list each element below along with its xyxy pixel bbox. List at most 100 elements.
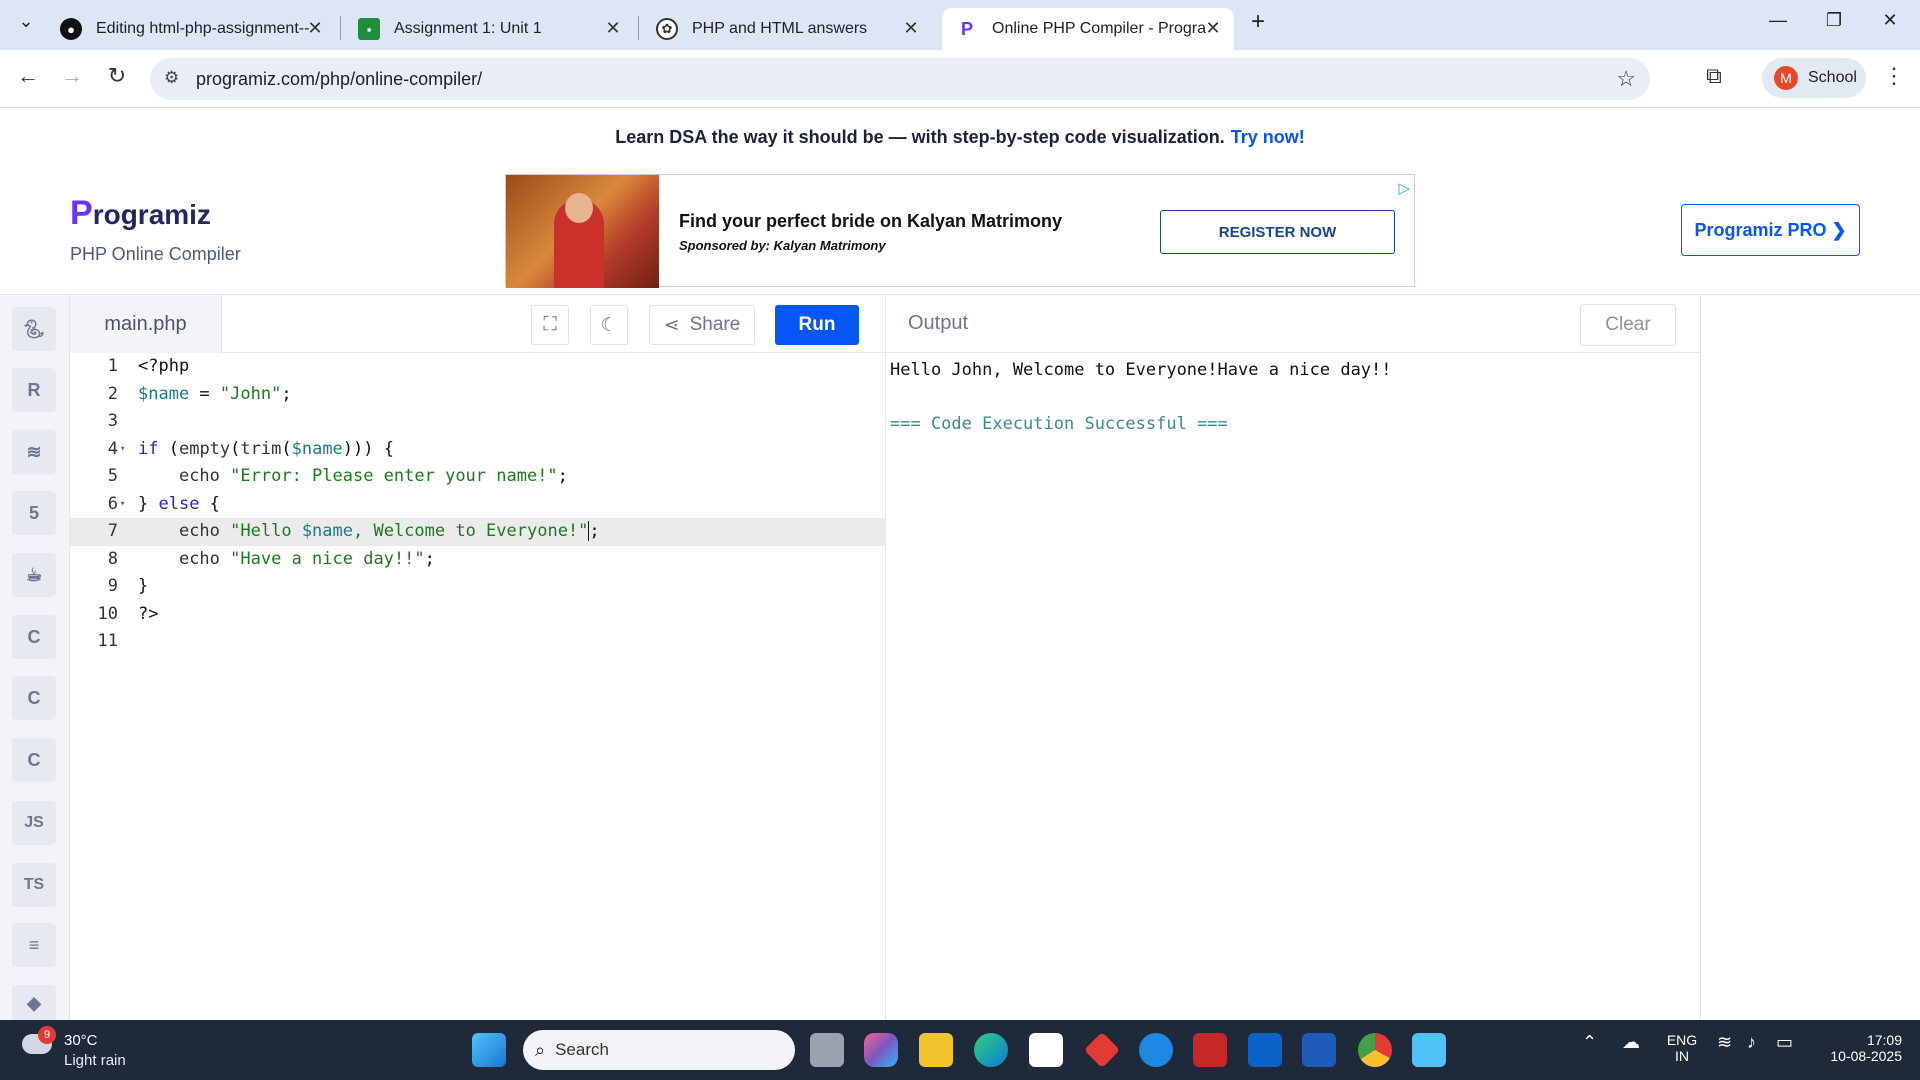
page-subtitle: PHP Online Compiler bbox=[70, 244, 241, 264]
chatgpt-icon: ✿ bbox=[656, 18, 678, 40]
clear-button[interactable]: Clear bbox=[1580, 304, 1676, 346]
url-text: programiz.com/php/online-compiler/ bbox=[196, 69, 483, 89]
promo-banner: Learn DSA the way it should be — with st… bbox=[0, 108, 1920, 166]
sql-icon[interactable]: ≋ bbox=[12, 430, 56, 474]
js-icon[interactable]: JS bbox=[12, 801, 56, 845]
profile-name: School bbox=[1808, 69, 1857, 86]
ts-icon[interactable]: TS bbox=[12, 863, 56, 907]
file-explorer-icon[interactable] bbox=[919, 1033, 953, 1067]
go-icon[interactable]: ≡ bbox=[12, 923, 56, 967]
code-editor[interactable]: 1 <?php 2 $name = "John"; 3 4 ▾ if (empty(tr… bbox=[70, 353, 885, 1021]
browser-tab-strip: ⌄ ● Editing html-php-assignment-- ✕ ▪ As… bbox=[0, 0, 1920, 50]
battery-icon[interactable]: ▭ bbox=[1776, 1032, 1793, 1053]
menu-icon[interactable]: ⋮ bbox=[1878, 63, 1910, 89]
html-icon[interactable]: 5 bbox=[12, 491, 56, 535]
close-icon[interactable]: ✕ bbox=[304, 18, 326, 39]
forward-icon[interactable]: → bbox=[56, 63, 88, 89]
code-line: 4 ▾ if (empty(trim($name))) { bbox=[107, 438, 394, 459]
execution-status: === Code Execution Successful === bbox=[890, 414, 1228, 434]
run-button[interactable]: Run bbox=[775, 305, 859, 345]
code-line: 8 echo "Have a nice day!!"; bbox=[107, 548, 435, 569]
mcafee-icon[interactable] bbox=[1193, 1033, 1227, 1067]
word-icon[interactable] bbox=[1302, 1033, 1336, 1067]
output-header: Output Clear bbox=[885, 295, 1700, 353]
outlook-icon[interactable] bbox=[1248, 1033, 1282, 1067]
tab-github[interactable]: ● Editing html-php-assignment-- ✕ bbox=[46, 8, 336, 50]
code-line: 11 bbox=[97, 631, 118, 651]
output-title: Output bbox=[908, 312, 969, 334]
banner-text: Learn DSA the way it should be — with st… bbox=[615, 126, 1225, 147]
clock[interactable]: 17:09 10-08-2025 bbox=[1812, 1032, 1902, 1064]
programiz-pro-button[interactable]: Programiz PRO ❯ bbox=[1681, 204, 1860, 256]
app-diamond-icon[interactable] bbox=[1083, 1031, 1121, 1069]
programiz-logo[interactable]: Programiz bbox=[70, 194, 211, 233]
c-icon[interactable]: C bbox=[12, 615, 56, 659]
cpp-icon[interactable]: C bbox=[12, 676, 56, 720]
file-tab[interactable]: main.php bbox=[70, 295, 222, 353]
ad-headline: Find your perfect bride on Kalyan Matrim… bbox=[679, 211, 1063, 231]
python-icon[interactable]: 🐍︎ bbox=[12, 307, 56, 351]
onedrive-icon[interactable]: ☁︎ bbox=[1622, 1032, 1640, 1053]
tab-title: Online PHP Compiler - Program bbox=[992, 20, 1207, 37]
try-now-link[interactable]: Try now! bbox=[1231, 127, 1305, 148]
right-margin bbox=[1700, 295, 1920, 1021]
tab-assignment[interactable]: ▪ Assignment 1: Unit 1 ✕ bbox=[344, 8, 634, 50]
avatar: M bbox=[1774, 66, 1798, 90]
code-line: 6 ▾} else { bbox=[107, 493, 220, 514]
editor-header: main.php ⛶ ☾ ⋖ Share Run bbox=[70, 295, 885, 353]
output-console[interactable]: Hello John, Welcome to Everyone!Have a n… bbox=[885, 353, 1700, 1021]
site-info-icon[interactable]: ⚙ bbox=[164, 68, 179, 88]
bookmark-star-icon[interactable]: ☆ bbox=[1616, 66, 1636, 92]
fullscreen-icon[interactable]: ⛶ bbox=[531, 305, 569, 345]
volume-icon[interactable]: ♪ bbox=[1747, 1032, 1756, 1053]
help-icon[interactable] bbox=[1139, 1033, 1173, 1067]
close-icon[interactable]: ✕ bbox=[900, 18, 922, 39]
restore-icon[interactable]: ❐ bbox=[1814, 10, 1854, 31]
output-line: Hello John, Welcome to Everyone!Have a n… bbox=[890, 360, 1392, 380]
date: 10-08-2025 bbox=[1830, 1048, 1902, 1064]
csharp-icon[interactable]: C bbox=[12, 738, 56, 782]
search-icon: ⌕ bbox=[535, 1039, 546, 1060]
reload-icon[interactable]: ↻ bbox=[101, 63, 133, 89]
weather-condition: Light rain bbox=[64, 1052, 126, 1069]
adchoices-icon[interactable]: ▷ bbox=[1398, 179, 1410, 197]
windows-start-icon[interactable] bbox=[472, 1033, 506, 1067]
show-hidden-icons[interactable]: ⌃ bbox=[1582, 1032, 1597, 1053]
tab-chatgpt[interactable]: ✿ PHP and HTML answers ✕ bbox=[642, 8, 932, 50]
chrome-icon[interactable] bbox=[1358, 1033, 1392, 1067]
tab-programiz[interactable]: P Online PHP Compiler - Program ✕ bbox=[942, 8, 1234, 50]
java-icon[interactable]: ☕︎ bbox=[12, 553, 56, 597]
share-button[interactable]: ⋖ Share bbox=[649, 305, 755, 345]
swift-icon[interactable]: ◆ bbox=[12, 985, 56, 1021]
share-label: Share bbox=[689, 314, 741, 335]
taskbar-search[interactable]: ⌕ Search bbox=[523, 1030, 795, 1070]
notepad-icon[interactable] bbox=[1412, 1033, 1446, 1067]
close-icon[interactable]: ✕ bbox=[602, 18, 624, 39]
minimize-icon[interactable]: — bbox=[1758, 10, 1798, 31]
extensions-icon[interactable]: ⧉ bbox=[1698, 63, 1730, 89]
address-bar[interactable]: ⚙ programiz.com/php/online-compiler/ ☆ bbox=[150, 58, 1650, 100]
code-line: 2 $name = "John"; bbox=[107, 383, 292, 404]
task-view-icon[interactable] bbox=[810, 1033, 844, 1067]
ad-image bbox=[506, 175, 659, 288]
edge-icon[interactable] bbox=[974, 1033, 1008, 1067]
wifi-icon[interactable]: ≋ bbox=[1717, 1032, 1732, 1053]
store-icon[interactable] bbox=[1029, 1033, 1063, 1067]
classroom-icon: ▪ bbox=[358, 18, 380, 40]
r-icon[interactable]: R bbox=[12, 368, 56, 412]
new-tab-button[interactable]: + bbox=[1238, 8, 1278, 36]
tab-title: Editing html-php-assignment-- bbox=[96, 20, 310, 37]
tab-search-icon[interactable]: ⌄ bbox=[6, 11, 46, 32]
language-indicator[interactable]: ENG IN bbox=[1662, 1032, 1702, 1064]
dark-mode-icon[interactable]: ☾ bbox=[590, 305, 628, 345]
close-icon[interactable]: ✕ bbox=[1202, 18, 1224, 39]
back-icon[interactable]: ← bbox=[12, 63, 44, 89]
advertisement[interactable]: Find your perfect bride on Kalyan Matrim… bbox=[505, 174, 1415, 288]
close-window-icon[interactable]: ✕ bbox=[1870, 10, 1910, 31]
profile-button[interactable]: M School bbox=[1762, 58, 1866, 98]
code-line: 9} bbox=[107, 576, 149, 596]
time: 17:09 bbox=[1866, 1032, 1902, 1048]
copilot-icon[interactable] bbox=[864, 1033, 898, 1067]
register-now-button[interactable]: REGISTER NOW bbox=[1160, 210, 1395, 254]
temperature: 30°C bbox=[64, 1032, 98, 1049]
